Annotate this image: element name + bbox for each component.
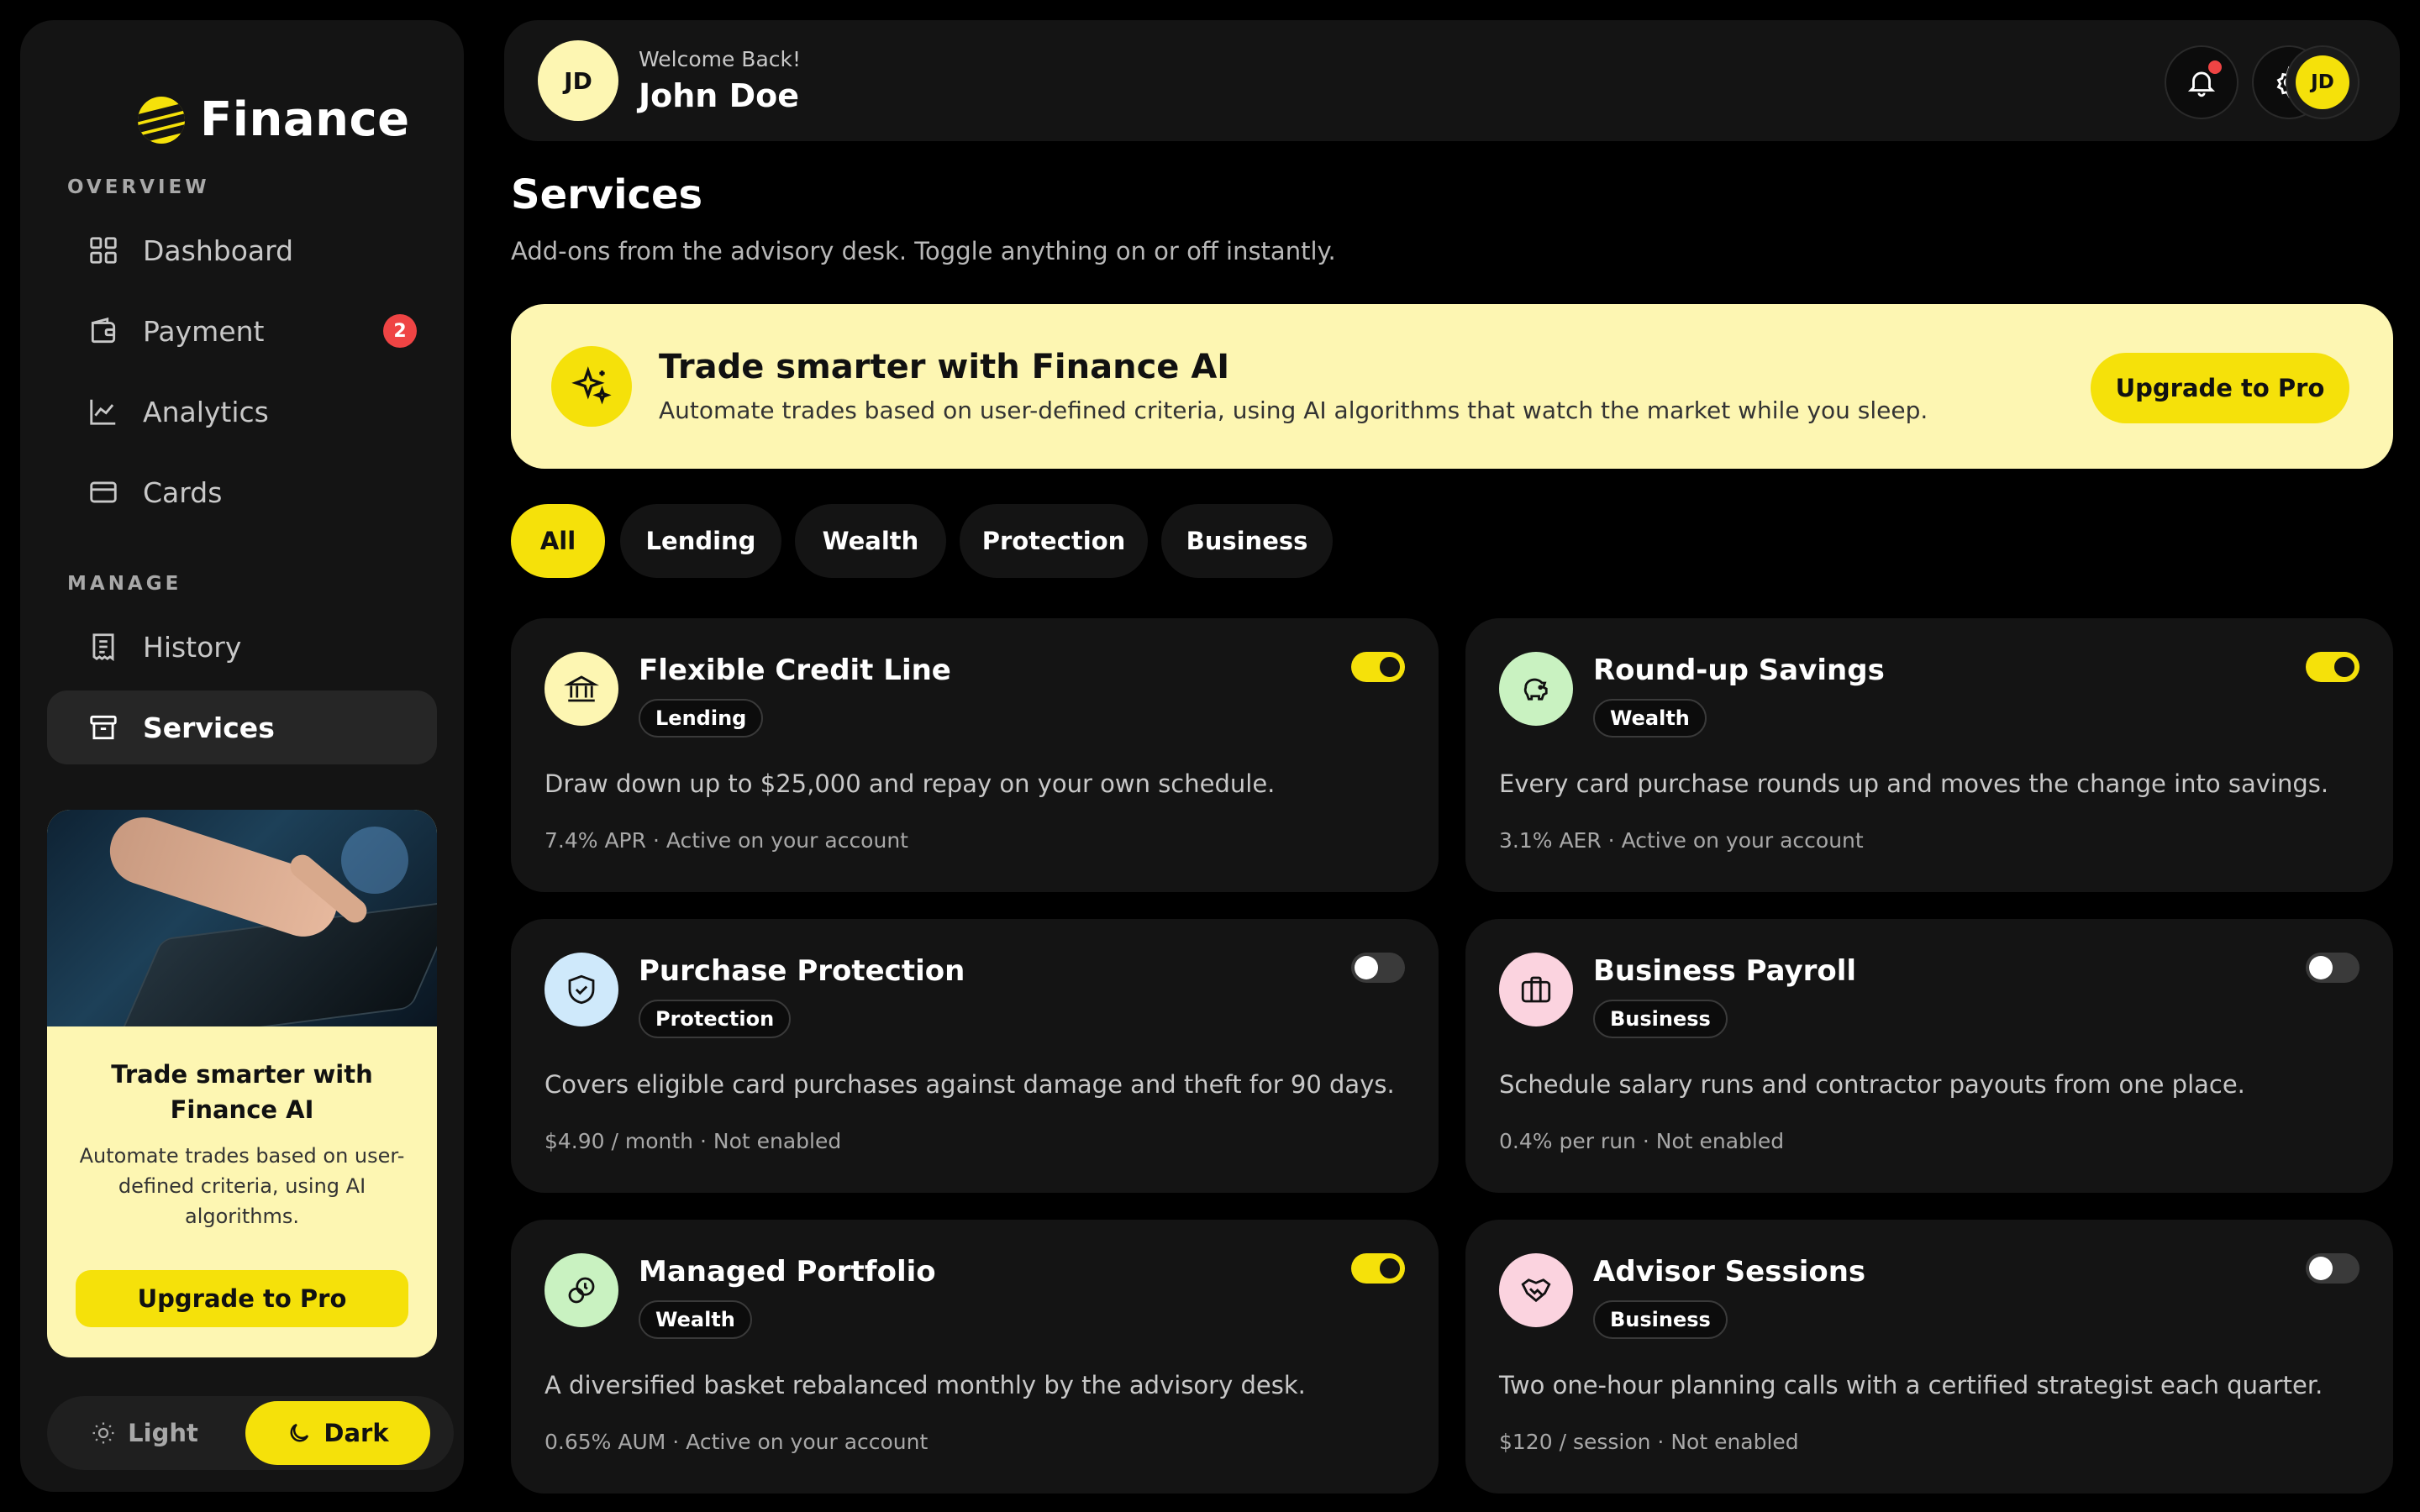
sidebar-item-label: Payment [143, 314, 265, 348]
handshake-icon [1499, 1253, 1573, 1327]
filter-lending[interactable]: Lending [620, 504, 781, 578]
sidebar-item-history[interactable]: History [47, 610, 437, 684]
filter-wealth[interactable]: Wealth [795, 504, 946, 578]
service-toggle-off[interactable] [2306, 1253, 2360, 1284]
wallet-icon [91, 317, 116, 344]
service-meta: 0.65% AUM · Active on your account [544, 1430, 929, 1454]
service-title: Managed Portfolio [639, 1255, 936, 1289]
promo-text: Automate trades based on user-defined cr… [79, 1144, 405, 1228]
theme-toggle: Light Dark [47, 1396, 454, 1470]
sidebar-item-analytics[interactable]: Analytics [47, 375, 437, 449]
service-title: Round-up Savings [1593, 654, 1885, 687]
banner-text: Automate trades based on user-defined cr… [659, 396, 1928, 424]
piggy-bank-icon [1499, 652, 1573, 726]
service-meta: $120 / session · Not enabled [1499, 1430, 1799, 1454]
service-description: Schedule salary runs and contractor payo… [1499, 1070, 2245, 1099]
grid-icon [90, 237, 117, 264]
profile-initials: JD [2296, 55, 2349, 109]
service-title: Flexible Credit Line [639, 654, 951, 687]
service-toggle-on[interactable] [1351, 652, 1405, 682]
service-toggle-off[interactable] [1351, 953, 1405, 983]
notifications-button[interactable] [2165, 45, 2238, 119]
service-card-purchase-protection: Purchase Protection Protection Covers el… [511, 919, 1439, 1193]
user-name: John Doe [639, 77, 800, 114]
sidebar-item-cards[interactable]: Cards [47, 455, 437, 529]
service-card-advisor-sessions: Advisor Sessions Business Two one-hour p… [1465, 1220, 2393, 1494]
sidebar-item-label: Cards [143, 475, 223, 509]
theme-light-label: Light [128, 1419, 198, 1447]
filter-all[interactable]: All [511, 504, 605, 578]
finance-logo-icon [138, 96, 185, 144]
service-toggle-on[interactable] [2306, 652, 2360, 682]
service-meta: 0.4% per run · Not enabled [1499, 1129, 1785, 1153]
service-title: Advisor Sessions [1593, 1255, 1866, 1289]
theme-light-button[interactable]: Light [52, 1401, 237, 1465]
service-toggle-off[interactable] [2306, 953, 2360, 983]
sidebar: Finance OVERVIEW Dashboard Payment 2 Ana… [20, 20, 464, 1492]
coins-icon [544, 1253, 618, 1327]
service-card-credit-line: Flexible Credit Line Lending Draw down u… [511, 618, 1439, 892]
service-tag: Business [1593, 1300, 1728, 1339]
page-title: Services [511, 171, 703, 218]
briefcase-icon [1499, 953, 1573, 1026]
service-description: Two one-hour planning calls with a certi… [1499, 1371, 2323, 1399]
filter-protection[interactable]: Protection [960, 504, 1148, 578]
brand-name: Finance [200, 92, 410, 147]
line-chart-icon [90, 399, 116, 425]
overview-section-label: OVERVIEW [67, 176, 210, 198]
service-card-business-payroll: Business Payroll Business Schedule salar… [1465, 919, 2393, 1193]
promo-upgrade-button[interactable]: Upgrade to Pro [76, 1270, 408, 1327]
payment-count-badge: 2 [383, 314, 417, 348]
welcome-text: Welcome Back! [639, 47, 802, 71]
sidebar-item-dashboard[interactable]: Dashboard [47, 213, 437, 287]
service-description: Covers eligible card purchases against d… [544, 1070, 1395, 1099]
profile-menu-button[interactable]: JD [2286, 45, 2360, 119]
service-description: Every card purchase rounds up and moves … [1499, 769, 2329, 798]
manage-section-label: MANAGE [67, 573, 182, 595]
banner-title: Trade smarter with Finance AI [659, 348, 1230, 386]
service-title: Business Payroll [1593, 954, 1857, 988]
sidebar-item-label: Services [143, 711, 275, 744]
sidebar-item-services[interactable]: Services [47, 690, 437, 764]
sparkles-icon [551, 346, 632, 427]
service-tag: Lending [639, 699, 764, 738]
service-card-managed-portfolio: Managed Portfolio Wealth A diversified b… [511, 1220, 1439, 1494]
shield-check-icon [544, 953, 618, 1026]
service-description: A diversified basket rebalanced monthly … [544, 1371, 1306, 1399]
service-card-round-up-savings: Round-up Savings Wealth Every card purch… [1465, 618, 2393, 892]
promo-title: Trade smarter with Finance AI [111, 1060, 373, 1124]
service-tag: Business [1593, 1000, 1728, 1038]
sidebar-promo-card: Trade smarter with Finance AI Automate t… [47, 810, 437, 1357]
user-avatar[interactable]: JD [538, 40, 618, 121]
service-meta: 3.1% AER · Active on your account [1499, 828, 1864, 853]
service-tag: Wealth [639, 1300, 752, 1339]
credit-card-icon [90, 481, 117, 503]
receipt-icon [92, 633, 114, 662]
service-meta: $4.90 / month · Not enabled [544, 1129, 842, 1153]
sidebar-item-label: Analytics [143, 395, 269, 428]
sidebar-item-label: History [143, 630, 242, 664]
service-tag: Wealth [1593, 699, 1707, 738]
service-description: Draw down up to $25,000 and repay on you… [544, 769, 1276, 798]
service-meta: 7.4% APR · Active on your account [544, 828, 908, 853]
theme-dark-button[interactable]: Dark [245, 1401, 430, 1465]
brand-logo[interactable]: Finance [138, 92, 410, 147]
service-tag: Protection [639, 1000, 792, 1038]
banner-upgrade-button[interactable]: Upgrade to Pro [2091, 353, 2349, 423]
sidebar-item-label: Dashboard [143, 234, 294, 267]
filter-business[interactable]: Business [1161, 504, 1333, 578]
bank-icon [544, 652, 618, 726]
moon-icon [291, 1423, 309, 1442]
archive-box-icon [90, 715, 117, 740]
sun-icon [92, 1422, 114, 1444]
service-title: Purchase Protection [639, 954, 965, 988]
page-subtitle: Add-ons from the advisory desk. Toggle a… [511, 237, 1336, 265]
theme-dark-label: Dark [324, 1419, 389, 1447]
service-toggle-on[interactable] [1351, 1253, 1405, 1284]
sidebar-item-payment[interactable]: Payment 2 [47, 294, 437, 368]
top-header: JD Welcome Back! John Doe JD [504, 20, 2400, 141]
ai-upgrade-banner: Trade smarter with Finance AI Automate t… [511, 304, 2393, 469]
notification-dot [2208, 60, 2222, 74]
promo-trading-image [47, 810, 437, 1026]
